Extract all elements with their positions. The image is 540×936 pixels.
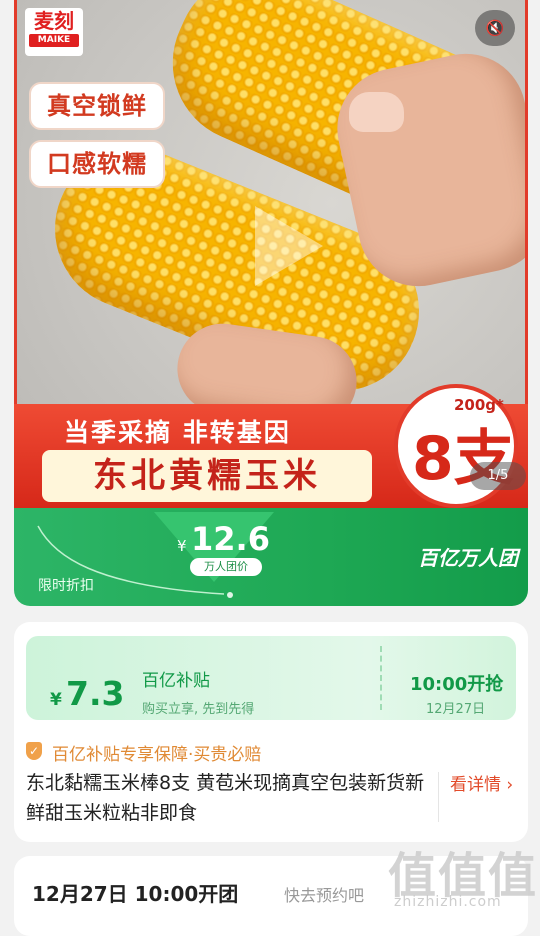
promo-subtitle: 当季采摘 非转基因 — [64, 418, 291, 447]
play-icon[interactable] — [255, 206, 323, 286]
guarantee-text: 百亿补贴专享保障·买贵必赔 — [52, 745, 262, 765]
campaign-brand: 百亿万人团 — [418, 546, 518, 570]
divider — [438, 772, 439, 822]
deal-label: 限时折扣 — [38, 578, 94, 594]
logo-text: 麦刻 — [34, 9, 74, 33]
group-price: 12.6 — [191, 520, 270, 558]
sale-start-date: 12月27日 — [426, 702, 486, 717]
product-info-card: ¥ 7.3 百亿补贴 购买立享, 先到先得 10:00开抢 12月27日 ✓ 百… — [14, 622, 528, 842]
logo-subtext: MAIKE — [29, 34, 79, 47]
shield-check-icon: ✓ — [26, 742, 42, 760]
site-watermark: 值值值 zhizhizhi.com — [388, 836, 538, 916]
subsidy-coupon[interactable]: ¥ 7.3 百亿补贴 购买立享, 先到先得 10:00开抢 12月27日 — [26, 636, 516, 720]
view-details-link[interactable]: 看详情 › — [450, 770, 513, 795]
product-title: 东北黏糯玉米棒8支 黄苞米现摘真空包装新货新鲜甜玉米粒粘非即食 — [26, 772, 425, 824]
event-hint: 快去预约吧 — [284, 886, 365, 905]
price-currency: ¥ — [177, 537, 187, 555]
volume-mute-icon[interactable]: 🔇 — [475, 10, 515, 46]
price-caption: 万人团价 — [190, 558, 262, 576]
image-page-indicator: 1/5 — [470, 462, 526, 490]
event-time: 12月27日 10:00开团 — [32, 882, 239, 906]
watermark-url: zhizhizhi.com — [394, 894, 502, 910]
sale-start-time: 10:00开抢 — [410, 674, 504, 695]
promo-title: 东北黄糯玉米 — [42, 450, 372, 502]
coupon-desc: 购买立享, 先到先得 — [142, 702, 255, 717]
coupon-title: 百亿补贴 — [142, 671, 210, 691]
feature-tag: 口感软糯 — [29, 140, 165, 188]
product-media-card: 麦刻 MAIKE 🔇 真空锁鲜 口感软糯 当季采摘 非转基因 东北黄糯玉米 20… — [14, 0, 528, 606]
coupon-currency: ¥ — [50, 690, 62, 710]
brand-logo: 麦刻 MAIKE — [25, 8, 83, 56]
coupon-value: 7.3 — [66, 674, 125, 713]
feature-tag: 真空锁鲜 — [29, 82, 165, 130]
carousel-dot — [227, 592, 233, 598]
coupon-divider — [380, 646, 382, 710]
thumb-nail-image — [349, 92, 404, 132]
